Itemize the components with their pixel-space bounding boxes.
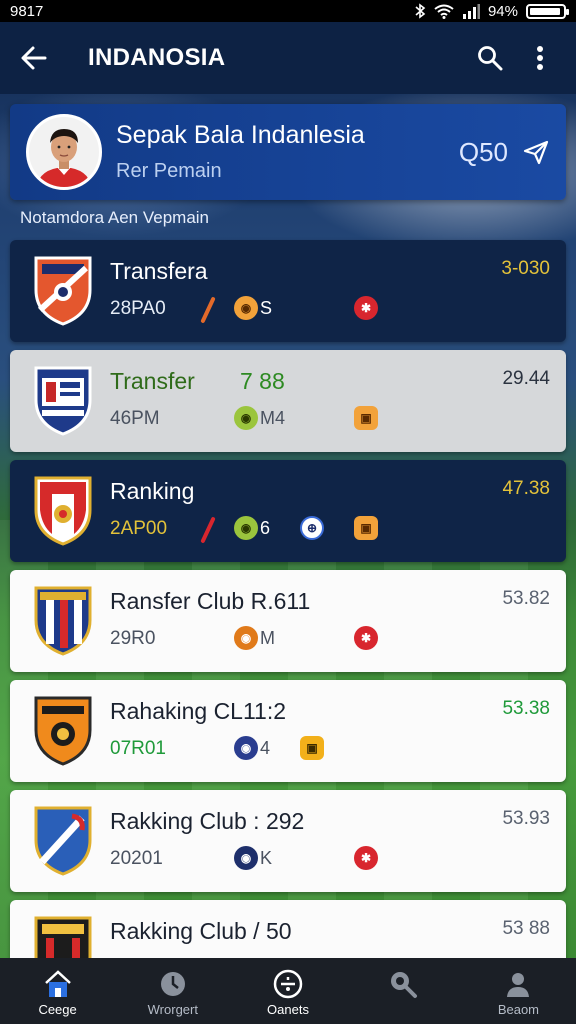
- status-time: 9817: [10, 2, 44, 20]
- list-item[interactable]: Rakking Club : 292 20201 ◉ K ✱ 53.93: [10, 790, 566, 892]
- row-sub: 29R0: [110, 628, 156, 649]
- send-icon[interactable]: [522, 139, 550, 165]
- row-name: Transfera: [110, 258, 208, 284]
- profile-name: Sepak Bala Indanlesia: [116, 121, 365, 149]
- page-title: INDANOSIA: [88, 44, 226, 71]
- club-badge-icon: ⊕: [300, 516, 324, 540]
- player-chip-icon: ◉: [234, 516, 258, 540]
- row-name: Transfer: [110, 368, 195, 394]
- chip-label: 4: [260, 738, 271, 758]
- row-sub: 20201: [110, 848, 163, 869]
- list-item[interactable]: Ransfer Club R.611 29R0 ◉ M ✱ 53.82: [10, 570, 566, 672]
- status-bar: 9817 94%: [0, 0, 576, 22]
- nav-stats[interactable]: Wrorgert: [115, 958, 230, 1024]
- row-sub: 07R01: [110, 738, 166, 759]
- battery-percent: 94%: [487, 2, 518, 20]
- orange-badge-icon: ▣: [354, 516, 378, 540]
- nav-matches[interactable]: Oanets: [230, 958, 345, 1024]
- nav-profile[interactable]: Beaom: [461, 958, 576, 1024]
- profile-score: Q50: [458, 136, 508, 167]
- divider-slash: [200, 296, 216, 324]
- player-chip-icon: ◉: [234, 296, 258, 320]
- chip-label: S: [260, 298, 273, 318]
- red-badge-icon: ✱: [354, 846, 378, 870]
- row-value: 53.82: [502, 588, 550, 609]
- row-value: 47.38: [502, 478, 550, 499]
- search-button[interactable]: [472, 40, 508, 76]
- club-crest-icon: [34, 586, 92, 656]
- app-bar: INDANOSIA: [0, 22, 576, 94]
- bottom-navigation: Ceege Wrorgert Oanets Beaom: [0, 958, 576, 1024]
- wifi-icon: [434, 4, 454, 19]
- list-item[interactable]: Rakking Club / 50 53 88: [10, 900, 566, 972]
- list-item[interactable]: Transfer 7 88 46PM ◉ M4 ▣ 29.44: [10, 350, 566, 452]
- chip-label: K: [260, 848, 273, 868]
- club-crest-icon: [34, 256, 92, 326]
- orange-badge-icon: ▣: [354, 406, 378, 430]
- nav-label: Wrorgert: [147, 1002, 198, 1017]
- arrow-left-icon: [21, 46, 47, 70]
- player-chip-icon: ◉: [234, 406, 258, 430]
- player-chip-icon: ◉: [234, 846, 258, 870]
- profile-subtitle: Rer Pemain: [116, 160, 222, 182]
- club-crest-icon: [34, 696, 92, 766]
- club-crest-icon: [34, 476, 92, 546]
- profile-icon: [502, 968, 534, 1000]
- nav-label: Beaom: [497, 1002, 540, 1017]
- nav-home[interactable]: Ceege: [0, 958, 115, 1024]
- row-value: 53.38: [502, 698, 550, 719]
- orange-badge-icon: ▣: [300, 736, 324, 760]
- list-item[interactable]: Transfera 28PA0 ◉ S ✱ 3-030: [10, 240, 566, 342]
- row-value: 53 88: [502, 918, 550, 939]
- profile-card[interactable]: Sepak Bala Indanlesia Rer Pemain Q50: [10, 104, 566, 200]
- bluetooth-icon: [415, 3, 426, 19]
- player-chip-icon: ◉: [234, 626, 258, 650]
- nav-search[interactable]: [346, 958, 461, 1024]
- search-chat-icon: [387, 968, 419, 1000]
- row-sub: 28PA0: [110, 298, 166, 319]
- red-badge-icon: ✱: [354, 296, 378, 320]
- signal-icon: [462, 3, 480, 19]
- avatar: [26, 114, 102, 190]
- row-sub: 2AP00: [110, 518, 168, 539]
- divider-slash: [200, 516, 216, 544]
- club-crest-icon: [34, 806, 92, 876]
- more-vertical-icon: [537, 46, 543, 70]
- row-name: Rakking Club / 50: [110, 918, 292, 944]
- back-button[interactable]: [18, 42, 50, 74]
- row-name: Rahaking CL11:2: [110, 698, 287, 724]
- nav-label: Oanets: [267, 1002, 309, 1017]
- clock-icon: [157, 968, 189, 1000]
- chip-label: 6: [260, 518, 271, 538]
- ball-icon: [272, 968, 304, 1000]
- row-value: 29.44: [502, 368, 550, 389]
- chip-label: M4: [260, 408, 286, 428]
- more-options-button[interactable]: [522, 40, 558, 76]
- chip-label: M: [260, 628, 275, 648]
- club-crest-icon: [34, 366, 92, 436]
- battery-icon: [526, 3, 569, 19]
- row-name: Ranking: [110, 478, 195, 504]
- search-icon: [478, 46, 503, 71]
- row-name: Ransfer Club R.611: [110, 588, 311, 614]
- list-item[interactable]: Rahaking CL11:2 07R01 ◉ 4 ▣ 53.38: [10, 680, 566, 782]
- home-icon: [42, 968, 74, 1000]
- row-sub: 46PM: [110, 408, 160, 429]
- row-extra: 7 88: [240, 368, 285, 394]
- list-item[interactable]: Ranking 2AP00 ◉ 6 ⊕ ▣ 47.38: [10, 460, 566, 562]
- row-name: Rakking Club : 292: [110, 808, 305, 834]
- player-chip-icon: ◉: [234, 736, 258, 760]
- row-value: 3-030: [501, 258, 550, 279]
- row-value: 53.93: [502, 808, 550, 829]
- red-badge-icon: ✱: [354, 626, 378, 650]
- nav-label: Ceege: [38, 1002, 77, 1017]
- section-label: Notamdora Aen Vepmain: [20, 208, 210, 227]
